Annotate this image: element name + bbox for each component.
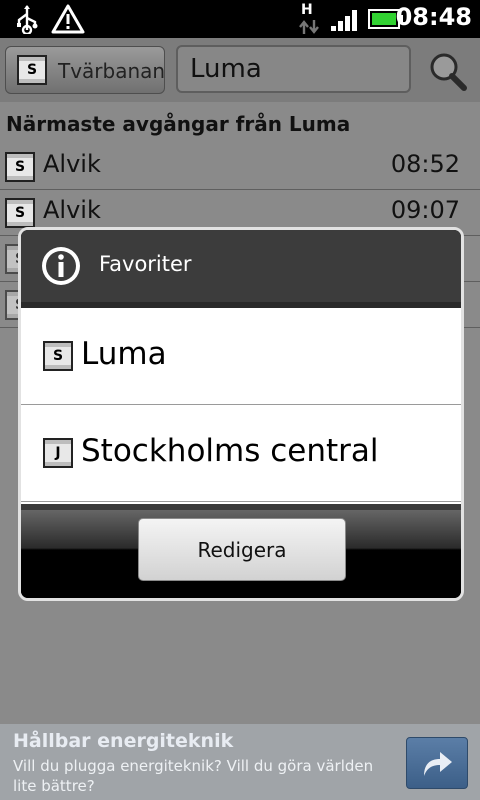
favorite-label: Luma xyxy=(81,336,167,372)
data-transfer-icon: H xyxy=(298,2,320,36)
line-badge-icon: S xyxy=(17,55,47,85)
line-selector-button[interactable]: S Tvärbanan xyxy=(5,46,165,94)
dialog-title: Favoriter xyxy=(99,252,192,276)
divider xyxy=(21,504,461,510)
dialog-button-bar: Redigera xyxy=(21,504,461,598)
toolbar: S Tvärbanan Luma xyxy=(0,38,480,102)
favorites-list: S Luma J Stockholms central xyxy=(21,308,461,504)
train-badge-icon: S xyxy=(43,341,73,371)
ad-open-button[interactable] xyxy=(406,737,468,789)
status-bar: H 08:48 xyxy=(0,0,480,38)
info-icon xyxy=(42,247,80,285)
edit-button-label: Redigera xyxy=(197,538,287,562)
departures-title: Närmaste avgångar från Luma xyxy=(6,112,351,136)
clock: 08:48 xyxy=(395,3,472,31)
share-arrow-icon xyxy=(424,752,452,776)
departure-row[interactable]: S Alvik 08:52 xyxy=(0,144,480,190)
line-selector-label: Tvärbanan xyxy=(58,59,166,83)
edit-button[interactable]: Redigera xyxy=(138,518,346,581)
favorite-label: Stockholms central xyxy=(81,433,379,469)
favorite-item[interactable]: J Stockholms central xyxy=(21,405,461,502)
train-badge-icon: J xyxy=(43,438,73,468)
network-type-label: H xyxy=(301,2,313,18)
departure-destination: Alvik xyxy=(43,150,101,178)
dialog-header: Favoriter xyxy=(21,230,461,302)
stop-search-input[interactable]: Luma xyxy=(176,45,411,93)
favorite-item[interactable]: S Luma xyxy=(21,308,461,405)
train-badge-icon: S xyxy=(5,198,35,228)
ad-title: Hållbar energiteknik xyxy=(13,730,234,752)
departure-destination: Alvik xyxy=(43,196,101,224)
ad-banner[interactable]: Hållbar energiteknik Vill du plugga ener… xyxy=(0,724,480,800)
train-badge-icon: S xyxy=(5,152,35,182)
favorites-dialog: Favoriter S Luma J Stockholms central Re… xyxy=(18,227,464,601)
departure-time: 08:52 xyxy=(390,150,460,178)
signal-icon xyxy=(331,10,357,31)
warning-icon xyxy=(51,4,85,34)
departure-time: 09:07 xyxy=(390,196,460,224)
usb-icon xyxy=(17,5,38,34)
search-icon[interactable] xyxy=(428,52,468,92)
ad-text: Vill du plugga energiteknik? Vill du gör… xyxy=(13,757,374,795)
stop-search-value: Luma xyxy=(190,54,262,84)
